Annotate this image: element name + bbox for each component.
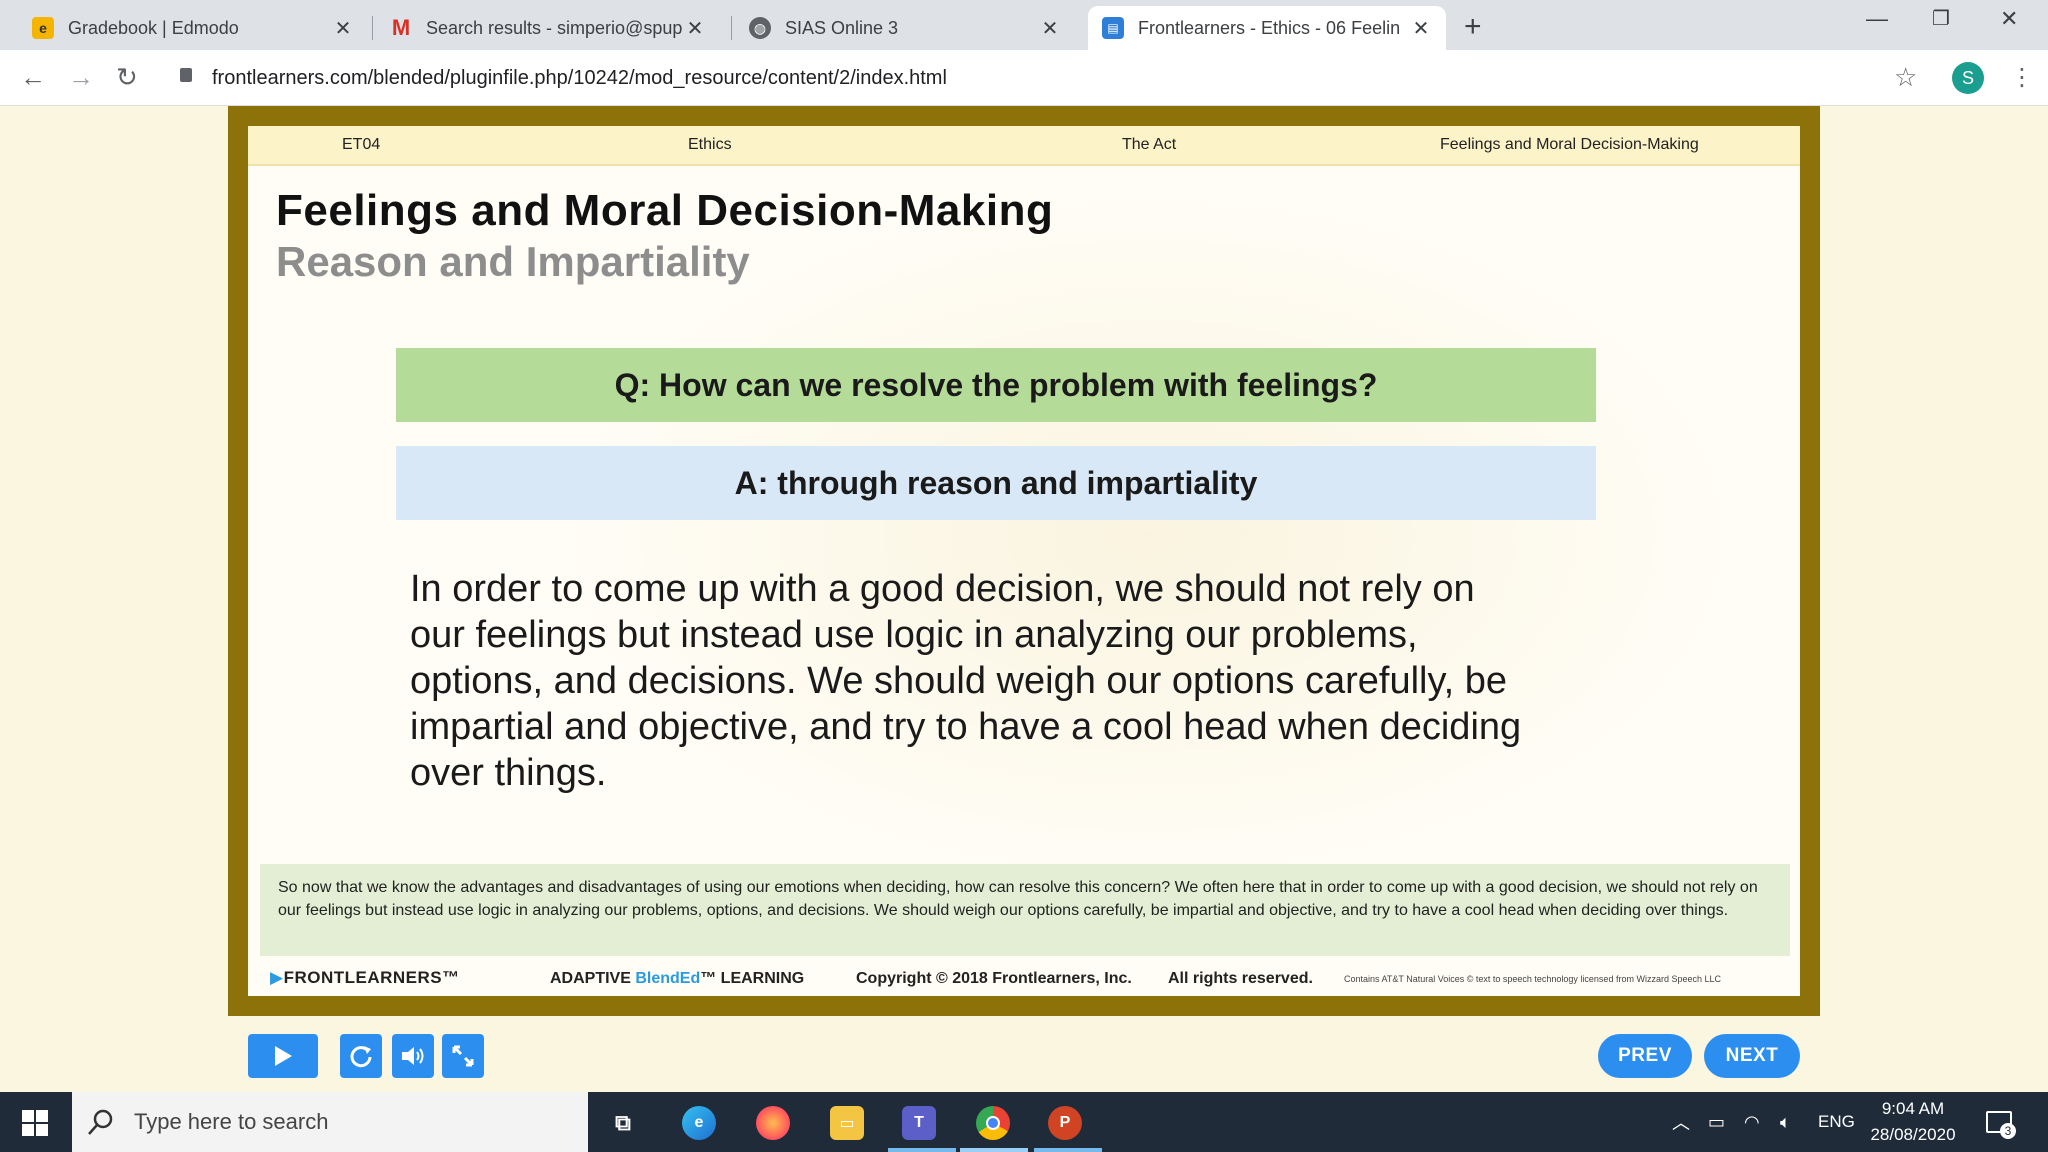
prev-button[interactable]: PREV	[1598, 1034, 1692, 1078]
breadcrumb-lesson: Feelings and Moral Decision-Making	[1440, 136, 1699, 153]
search-placeholder: Type here to search	[134, 1109, 329, 1134]
teams-running-indicator	[888, 1148, 956, 1152]
tagline-blend: BlendEd	[635, 970, 701, 987]
tab-title: Frontlearners - Ethics - 06 Feelin	[1138, 17, 1401, 38]
close-icon[interactable]: ✕	[684, 16, 706, 41]
adaptive-learning-tagline: ADAPTIVE BlendEd™ LEARNING	[550, 970, 804, 988]
clock-date: 28/08/2020	[1870, 1125, 1956, 1144]
globe-icon: ◍	[749, 17, 771, 39]
tab-frontlearners[interactable]: ▤ Frontlearners - Ethics - 06 Feelin ✕	[1088, 6, 1446, 50]
replay-button[interactable]	[340, 1034, 382, 1078]
chrome-icon[interactable]	[976, 1106, 1010, 1140]
question-box: Q: How can we resolve the problem with f…	[396, 348, 1596, 422]
windows-taskbar: Type here to search ⧉ e ▭ T P	[0, 1092, 2048, 1152]
back-icon[interactable]: ←	[20, 62, 46, 93]
volume-tray-icon[interactable]: 🔈︎	[1780, 1092, 1791, 1152]
close-icon[interactable]: ✕	[332, 16, 354, 41]
reload-icon[interactable]: ↻	[116, 62, 138, 93]
tray-overflow-icon[interactable]: ︿	[1672, 1092, 1690, 1152]
language-indicator[interactable]: ENG	[1818, 1092, 1855, 1152]
battery-icon[interactable]: ▭	[1708, 1092, 1725, 1152]
slide-title: Feelings and Moral Decision-Making	[276, 186, 1054, 235]
slide-content: ET04 Ethics The Act Feelings and Moral D…	[248, 126, 1800, 996]
bookmark-star-icon[interactable]: ☆	[1894, 62, 1917, 93]
tab-title: SIAS Online 3	[785, 17, 899, 38]
replay-icon	[350, 1046, 372, 1068]
breadcrumb-subject: Ethics	[688, 136, 732, 153]
narration-transcript: So now that we know the advantages and d…	[260, 864, 1790, 956]
speaker-icon	[402, 1047, 424, 1065]
minimize-icon[interactable]: —	[1866, 6, 1888, 32]
slide-subtitle: Reason and Impartiality	[276, 238, 750, 285]
powerpoint-icon[interactable]: P	[1048, 1106, 1082, 1140]
edge-browser-icon[interactable]: e	[682, 1106, 716, 1140]
notification-count-badge: 3	[2000, 1123, 2016, 1139]
tab-title: Gradebook | Edmodo	[68, 17, 239, 38]
search-icon	[88, 1109, 113, 1135]
restore-icon[interactable]: ❐	[1932, 6, 1950, 31]
profile-avatar[interactable]: S	[1952, 62, 1984, 94]
window-close-icon[interactable]: ✕	[2000, 6, 2018, 32]
expand-icon	[452, 1045, 474, 1067]
tab-divider	[372, 16, 373, 40]
slide-frame: ET04 Ethics The Act Feelings and Moral D…	[228, 106, 1820, 1016]
task-view-icon[interactable]: ⧉	[606, 1106, 640, 1140]
answer-box: A: through reason and impartiality	[396, 446, 1596, 520]
address-bar: ← → ↻ frontlearners.com/blended/pluginfi…	[0, 50, 2048, 106]
play-button[interactable]	[248, 1034, 318, 1078]
tab-divider	[731, 16, 732, 40]
browser-menu-icon[interactable]: ⋮	[2010, 62, 2034, 94]
brand-name: FRONTLEARNERS	[283, 968, 443, 987]
tagline-prefix: ADAPTIVE	[550, 970, 636, 987]
browser-tab-bar: e Gradebook | Edmodo ✕ M Search results …	[0, 0, 2048, 50]
taskbar-search-input[interactable]: Type here to search	[72, 1092, 588, 1152]
play-icon	[275, 1046, 292, 1066]
tab-gradebook[interactable]: e Gradebook | Edmodo ✕	[18, 6, 368, 50]
close-icon[interactable]: ✕	[1410, 16, 1432, 41]
lock-icon	[180, 68, 192, 82]
powerpoint-running-indicator	[1034, 1148, 1102, 1152]
tts-license-text: Contains AT&T Natural Voices © text to s…	[1344, 974, 1721, 984]
file-explorer-icon[interactable]: ▭	[830, 1106, 864, 1140]
wifi-icon[interactable]: ◠	[1744, 1092, 1760, 1152]
clock-time: 9:04 AM	[1881, 1099, 1945, 1118]
notifications-icon[interactable]: 3	[1986, 1092, 2016, 1152]
logo-mark-icon: ▶	[270, 968, 284, 987]
url-field[interactable]: frontlearners.com/blended/pluginfile.php…	[212, 60, 947, 96]
tab-sias[interactable]: ◍ SIAS Online 3 ✕	[735, 6, 1075, 50]
tagline-suffix: ™ LEARNING	[700, 970, 805, 987]
frontlearners-logo: ▶FRONTLEARNERS™	[270, 968, 460, 987]
next-button[interactable]: NEXT	[1704, 1034, 1800, 1078]
forward-icon[interactable]: →	[68, 62, 94, 93]
chrome-active-indicator	[960, 1148, 1028, 1152]
tab-title: Search results - simperio@spup.e	[426, 17, 684, 38]
tab-gmail[interactable]: M Search results - simperio@spup.e ✕	[376, 6, 720, 50]
breadcrumb-unit: The Act	[1122, 136, 1177, 153]
windows-start-icon[interactable]	[22, 1110, 48, 1136]
fullscreen-button[interactable]	[442, 1034, 484, 1078]
edmodo-icon: e	[32, 17, 54, 39]
breadcrumb-course-code: ET04	[342, 136, 381, 153]
frontlearners-icon: ▤	[1102, 17, 1124, 39]
new-tab-button[interactable]: +	[1464, 10, 1482, 44]
close-icon[interactable]: ✕	[1039, 16, 1061, 41]
copyright-text: Copyright © 2018 Frontlearners, Inc.	[856, 970, 1132, 987]
teams-icon[interactable]: T	[902, 1106, 936, 1140]
volume-button[interactable]	[392, 1034, 434, 1078]
slide-footer: ▶FRONTLEARNERS™ ADAPTIVE BlendEd™ LEARNI…	[248, 962, 1800, 996]
rights-text: All rights reserved.	[1168, 970, 1313, 987]
breadcrumb: ET04 Ethics The Act Feelings and Moral D…	[248, 126, 1800, 166]
slide-body-text: In order to come up with a good decision…	[410, 568, 1522, 794]
gmail-icon: M	[391, 15, 411, 40]
firefox-icon[interactable]	[756, 1106, 790, 1140]
taskbar-clock[interactable]: 9:04 AM 28/08/2020	[1858, 1096, 1968, 1148]
